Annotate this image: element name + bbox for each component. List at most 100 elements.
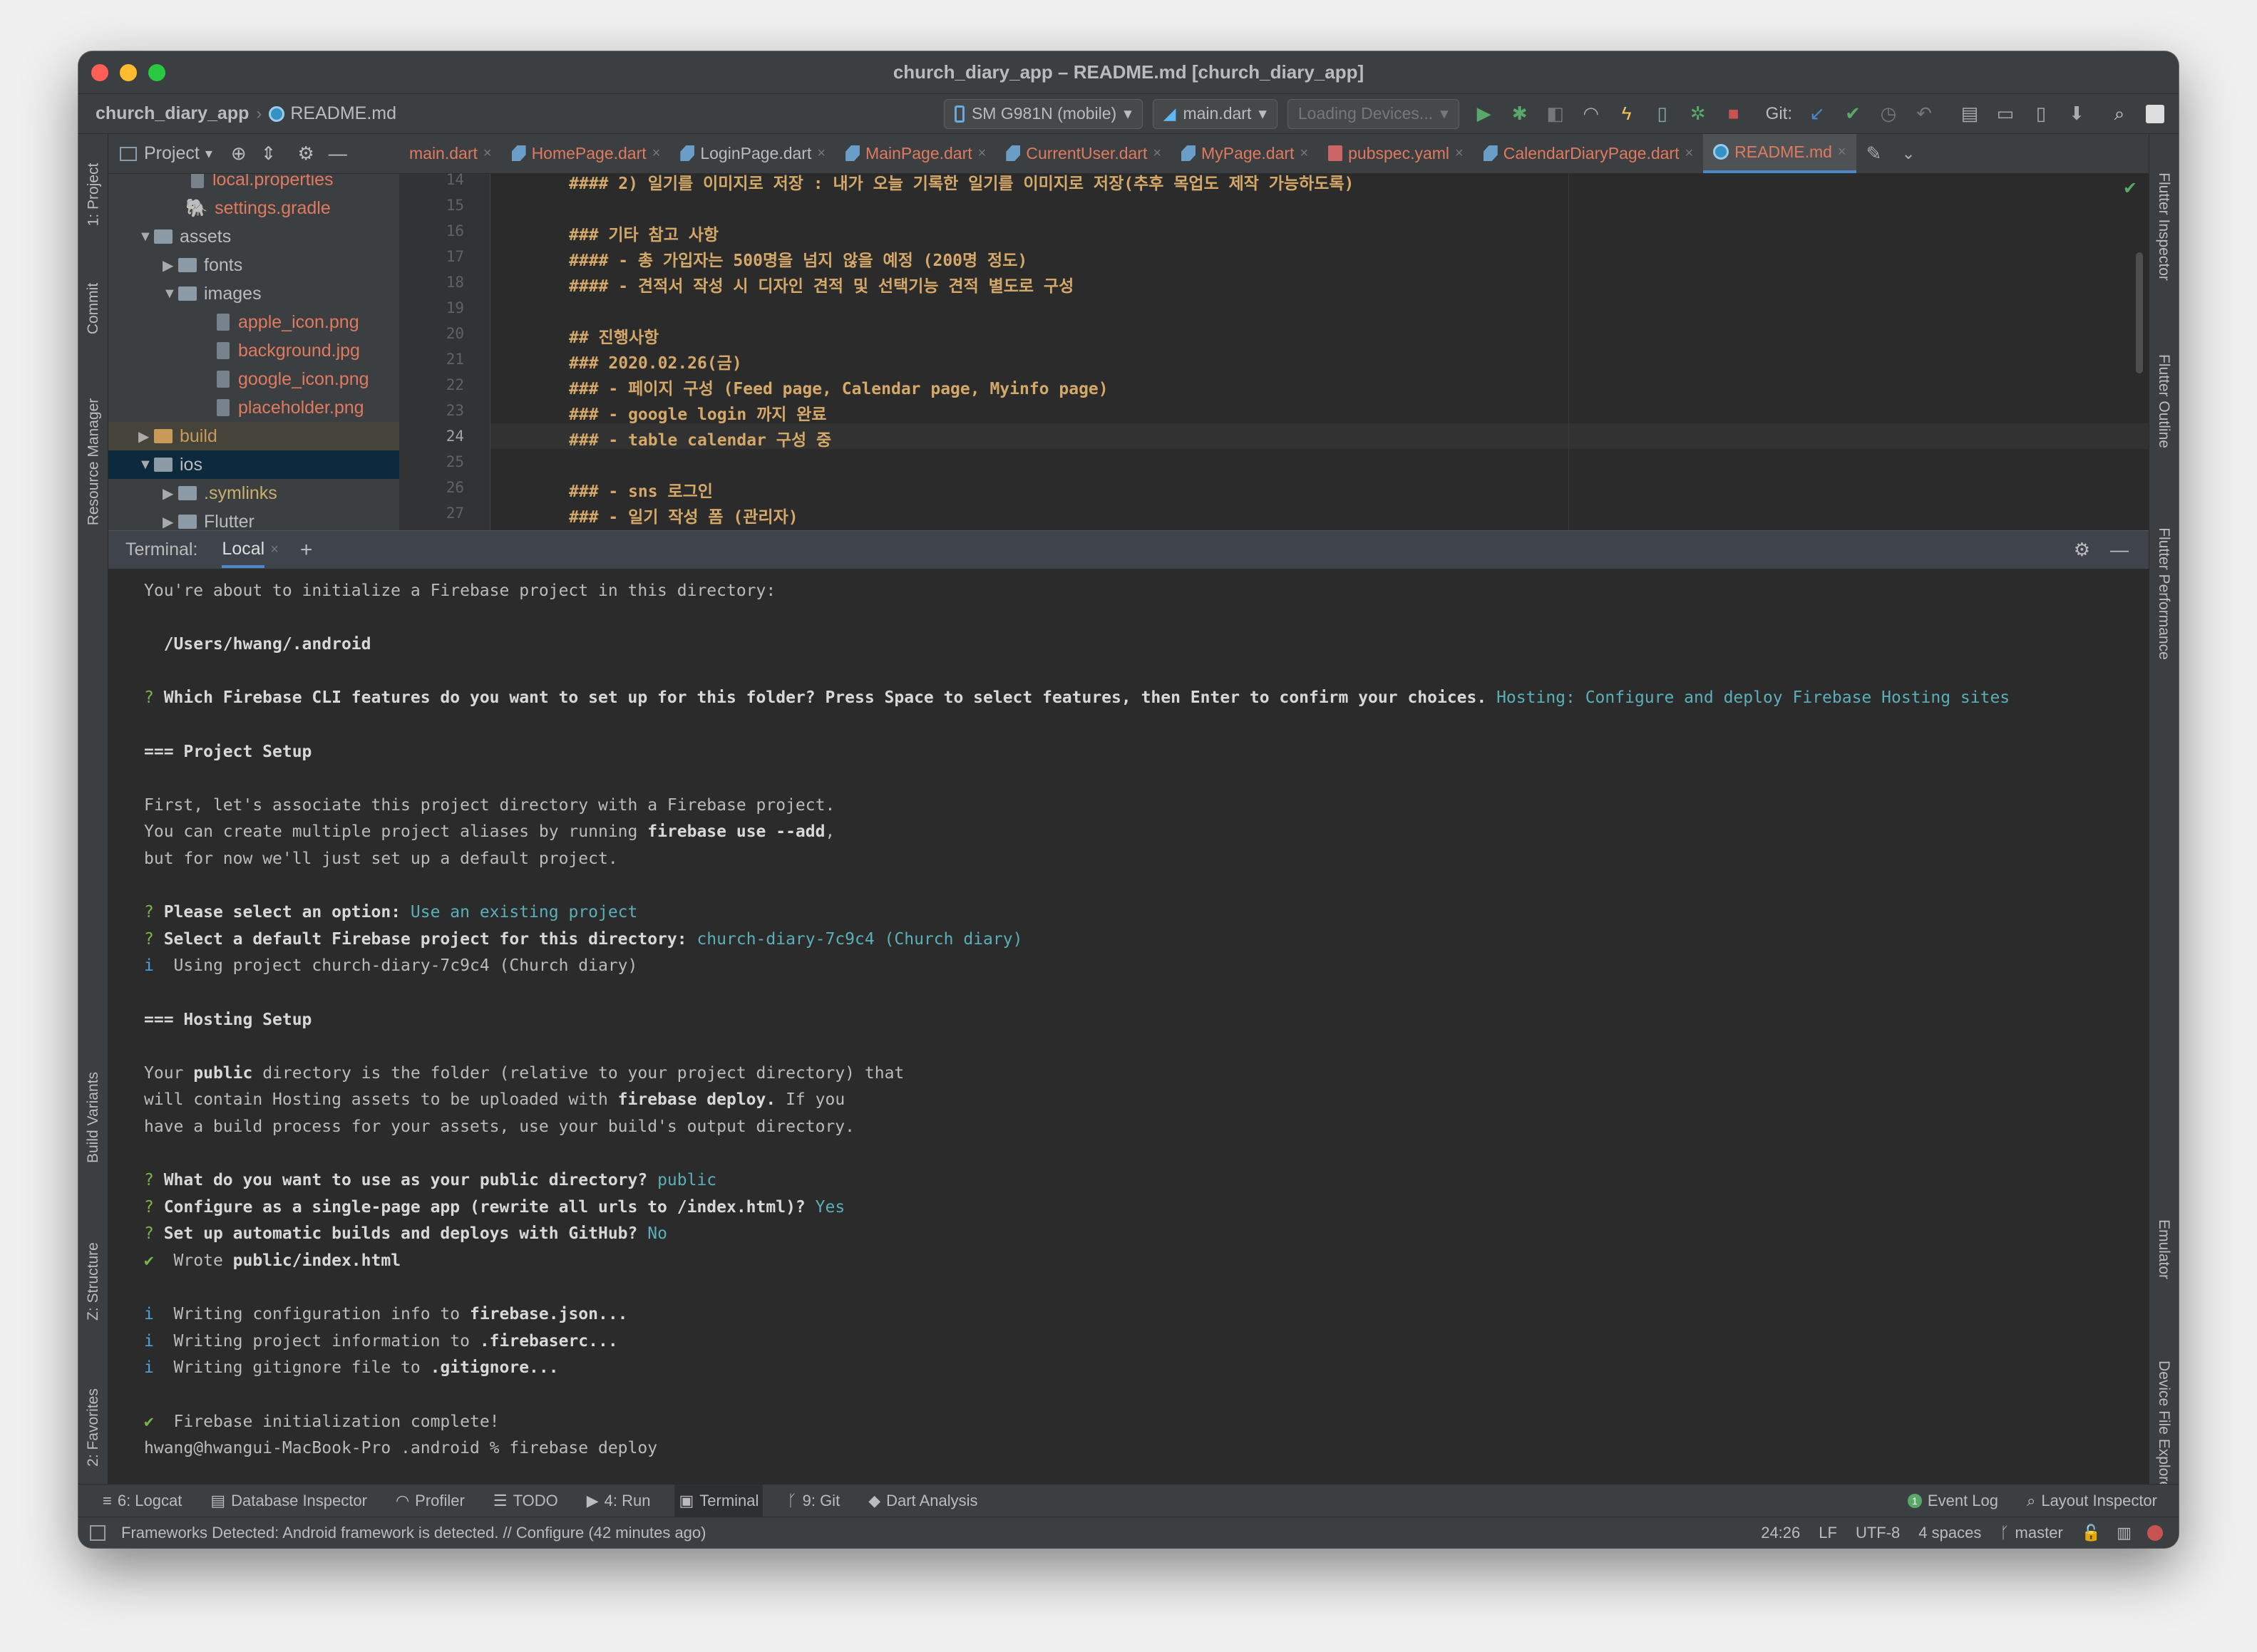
project-structure-icon[interactable]: ▤ bbox=[1959, 103, 1980, 125]
close-icon[interactable]: × bbox=[652, 145, 661, 162]
tree-item-placeholder[interactable]: placeholder.png bbox=[108, 393, 399, 422]
collapse-arrow-icon[interactable]: ▶ bbox=[163, 513, 178, 531]
project-view-selector[interactable]: Project bbox=[144, 143, 200, 164]
tree-item-build[interactable]: ▶ build bbox=[108, 422, 399, 450]
tool-tab-database-inspector[interactable]: ▤ Database Inspector bbox=[206, 1485, 371, 1517]
tool-tab-emulator[interactable]: Emulator bbox=[2149, 1196, 2179, 1303]
collapse-arrow-icon[interactable]: ▶ bbox=[163, 257, 178, 274]
close-icon[interactable]: × bbox=[1300, 145, 1308, 162]
tool-tab-favorites[interactable]: 2: Favorites bbox=[78, 1367, 108, 1488]
git-update-icon[interactable]: ↙ bbox=[1806, 103, 1828, 125]
tree-item-flutter[interactable]: ▶ Flutter bbox=[108, 507, 399, 531]
search-icon[interactable]: ⌕ bbox=[2109, 103, 2130, 125]
tree-item-apple-icon[interactable]: apple_icon.png bbox=[108, 308, 399, 336]
tool-tab-todo[interactable]: ☰ TODO bbox=[489, 1485, 562, 1517]
locate-icon[interactable]: ⊕ bbox=[231, 143, 247, 165]
tool-tab-run[interactable]: ▶ 4: Run bbox=[582, 1485, 655, 1517]
gear-icon[interactable]: ⚙ bbox=[2074, 539, 2090, 561]
profile-icon[interactable]: ◠ bbox=[1580, 103, 1602, 125]
sdk-manager-icon[interactable]: ⬇ bbox=[2066, 103, 2087, 125]
breadcrumb-file[interactable]: README.md bbox=[269, 103, 396, 124]
git-rollback-icon[interactable]: ↶ bbox=[1913, 103, 1935, 125]
tool-tab-layout-inspector[interactable]: ⌕ Layout Inspector bbox=[2022, 1485, 2161, 1517]
tool-tab-logcat[interactable]: ≡ 6: Logcat bbox=[98, 1485, 186, 1517]
close-icon[interactable]: × bbox=[1153, 145, 1161, 162]
expand-arrow-icon[interactable]: ▼ bbox=[138, 457, 154, 473]
tree-item-symlinks[interactable]: ▶ .symlinks bbox=[108, 479, 399, 507]
tool-tab-structure[interactable]: Z: Structure bbox=[78, 1217, 108, 1346]
caret-position[interactable]: 24:26 bbox=[1761, 1524, 1800, 1542]
tool-tab-commit[interactable]: Commit bbox=[78, 262, 108, 355]
close-icon[interactable]: × bbox=[1685, 145, 1693, 162]
tabs-overflow-button[interactable]: ⌄ bbox=[1891, 134, 1925, 173]
error-indicator-icon[interactable] bbox=[2147, 1524, 2163, 1541]
tab-homepage-dart[interactable]: HomePage.dart × bbox=[502, 134, 671, 173]
tab-loginpage-dart[interactable]: LoginPage.dart × bbox=[670, 134, 836, 173]
expand-arrow-icon[interactable]: ▼ bbox=[163, 286, 178, 302]
file-encoding[interactable]: UTF-8 bbox=[1856, 1524, 1900, 1542]
tool-tab-project[interactable]: 1: Project bbox=[78, 141, 108, 248]
collapse-arrow-icon[interactable]: ▶ bbox=[138, 428, 154, 445]
hot-reload-icon[interactable]: ϟ bbox=[1616, 103, 1638, 125]
debug-icon[interactable]: ✱ bbox=[1509, 103, 1531, 125]
close-icon[interactable]: × bbox=[483, 145, 492, 162]
tool-tab-profiler[interactable]: ◠ Profiler bbox=[391, 1485, 469, 1517]
avd-manager-icon[interactable]: ▭ bbox=[1995, 103, 2016, 125]
attach-debugger-icon[interactable]: ▯ bbox=[1652, 103, 1673, 125]
tool-tab-resource-manager[interactable]: Resource Manager bbox=[78, 369, 108, 554]
terminal-output[interactable]: You're about to initialize a Firebase pr… bbox=[108, 569, 2149, 1484]
tree-item-google-icon[interactable]: google_icon.png bbox=[108, 365, 399, 393]
avatar[interactable] bbox=[2144, 103, 2166, 125]
line-separator[interactable]: LF bbox=[1819, 1524, 1837, 1542]
close-window-button[interactable] bbox=[91, 64, 108, 81]
tree-item-background[interactable]: background.jpg bbox=[108, 336, 399, 365]
tab-calendardiarypage-dart[interactable]: CalendarDiaryPage.dart × bbox=[1474, 134, 1703, 173]
tool-tab-build-variants[interactable]: Build Variants bbox=[78, 1046, 108, 1189]
tree-item-local-properties[interactable]: local.properties bbox=[108, 174, 399, 194]
coverage-icon[interactable]: ◧ bbox=[1545, 103, 1566, 125]
memory-indicator-icon[interactable]: ▥ bbox=[2117, 1524, 2132, 1542]
tab-mainpage-dart[interactable]: MainPage.dart × bbox=[836, 134, 996, 173]
tree-item-ios[interactable]: ▼ ios bbox=[108, 450, 399, 479]
tree-item-fonts[interactable]: ▶ fonts bbox=[108, 251, 399, 279]
tab-currentuser-dart[interactable]: CurrentUser.dart × bbox=[996, 134, 1171, 173]
hide-panel-icon[interactable]: — bbox=[2110, 539, 2129, 561]
close-icon[interactable]: × bbox=[817, 145, 826, 162]
tab-pubspec-yaml[interactable]: pubspec.yaml × bbox=[1318, 134, 1474, 173]
device-manager-icon[interactable]: ▯ bbox=[2030, 103, 2052, 125]
close-icon[interactable]: × bbox=[270, 542, 279, 558]
zoom-window-button[interactable] bbox=[148, 64, 165, 81]
tool-tab-flutter-inspector[interactable]: Flutter Inspector bbox=[2149, 148, 2179, 305]
run-icon[interactable]: ▶ bbox=[1474, 103, 1495, 125]
lock-icon[interactable]: 🔓 bbox=[2082, 1524, 2101, 1542]
editor-scrollbar[interactable] bbox=[2136, 252, 2143, 373]
collapse-all-icon[interactable]: ⇕ bbox=[261, 143, 277, 165]
close-icon[interactable]: × bbox=[978, 145, 987, 162]
git-commit-icon[interactable]: ✔ bbox=[1842, 103, 1863, 125]
tool-tab-event-log[interactable]: 1 Event Log bbox=[1903, 1485, 2002, 1517]
terminal-tab-local[interactable]: Local bbox=[222, 532, 265, 568]
close-icon[interactable]: × bbox=[1838, 144, 1846, 160]
devices-selector[interactable]: Loading Devices... ▾ bbox=[1287, 98, 1459, 129]
tool-tab-flutter-performance[interactable]: Flutter Performance bbox=[2149, 497, 2179, 690]
editor-preview-toggle[interactable]: ✎ bbox=[1856, 134, 1892, 173]
minimize-window-button[interactable] bbox=[120, 64, 137, 81]
tab-mypage-dart[interactable]: MyPage.dart × bbox=[1171, 134, 1318, 173]
apply-changes-icon[interactable]: ✲ bbox=[1687, 103, 1709, 125]
inspection-ok-icon[interactable]: ✔ bbox=[2123, 178, 2137, 199]
tree-item-images[interactable]: ▼ images bbox=[108, 279, 399, 308]
tab-main-dart[interactable]: main.dart × bbox=[399, 134, 502, 173]
device-selector[interactable]: SM G981N (mobile) ▾ bbox=[943, 98, 1143, 129]
hide-panel-icon[interactable]: — bbox=[329, 143, 347, 165]
gear-icon[interactable]: ⚙ bbox=[297, 143, 314, 165]
tool-tab-terminal[interactable]: ▣ Terminal bbox=[674, 1484, 764, 1517]
tool-tab-flutter-outline[interactable]: Flutter Outline bbox=[2149, 326, 2179, 476]
git-history-icon[interactable]: ◷ bbox=[1878, 103, 1899, 125]
breadcrumb-project[interactable]: church_diary_app bbox=[96, 103, 249, 124]
run-config-selector[interactable]: ◢ main.dart ▾ bbox=[1152, 98, 1277, 129]
tree-item-settings-gradle[interactable]: 🐘 settings.gradle bbox=[108, 194, 399, 222]
panel-toggle-icon[interactable] bbox=[90, 1524, 106, 1541]
git-branch[interactable]: master bbox=[2015, 1524, 2063, 1542]
stop-icon[interactable]: ■ bbox=[1723, 103, 1744, 125]
close-icon[interactable]: × bbox=[1455, 145, 1464, 162]
